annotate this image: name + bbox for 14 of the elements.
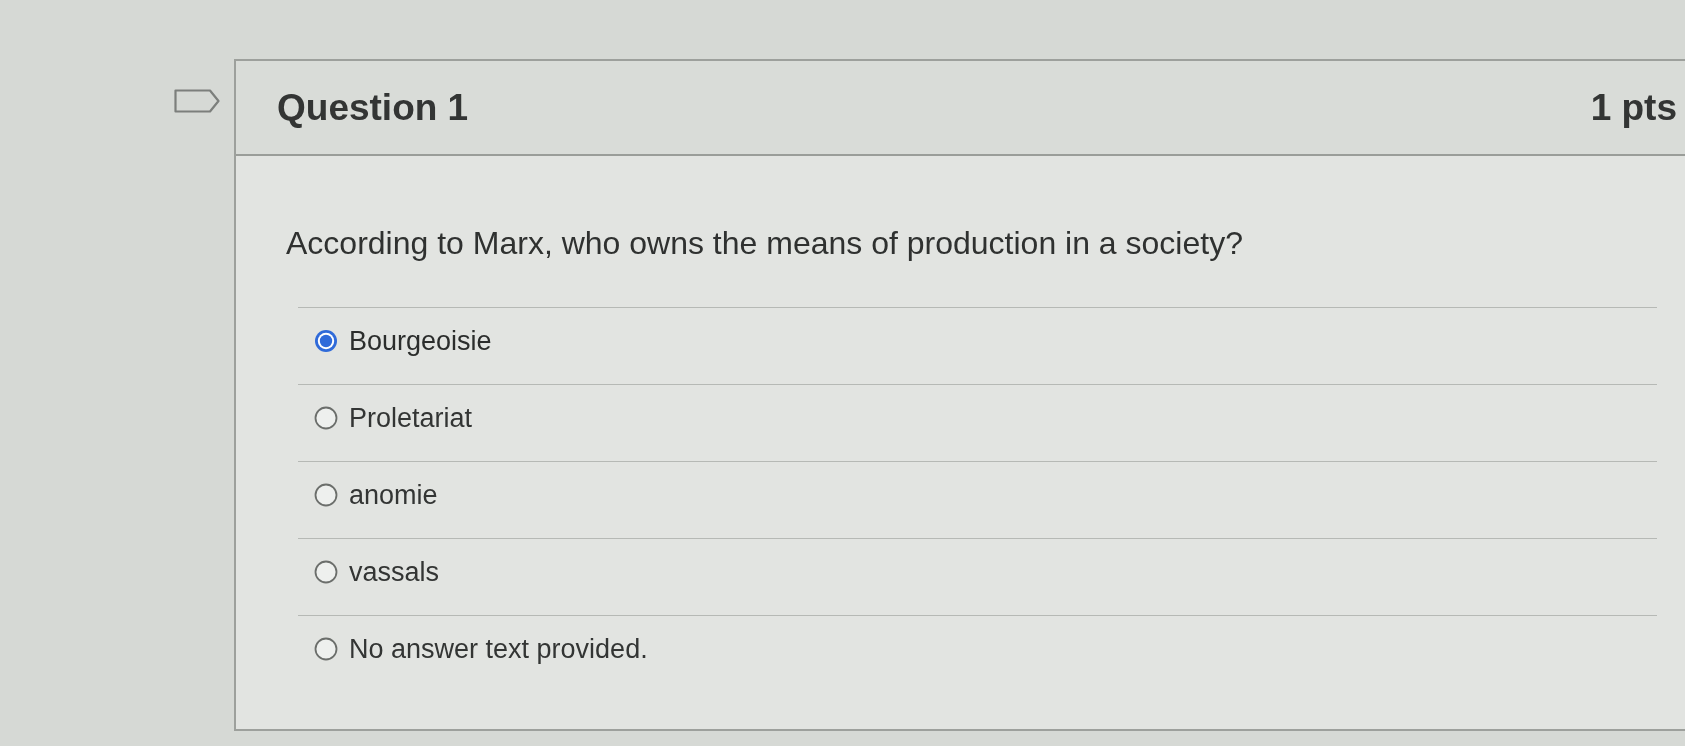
radio-button[interactable] [314, 328, 338, 353]
tag-icon[interactable] [174, 89, 220, 113]
points-label: 1 pts [1590, 86, 1677, 129]
answer-label: vassals [349, 555, 440, 588]
radio-button[interactable] [314, 482, 338, 507]
question-title: Question 1 [277, 86, 469, 129]
radio-button[interactable] [314, 559, 338, 584]
radio-button[interactable] [314, 405, 338, 430]
answer-label: No answer text provided. [349, 632, 648, 665]
radio-button[interactable] [314, 636, 338, 661]
answer-label: Proletariat [349, 401, 473, 434]
question-text: According to Marx, who owns the means of production in a society? [286, 224, 1244, 262]
answer-label: Bourgeoisie [349, 324, 492, 357]
answer-label: anomie [349, 478, 438, 511]
